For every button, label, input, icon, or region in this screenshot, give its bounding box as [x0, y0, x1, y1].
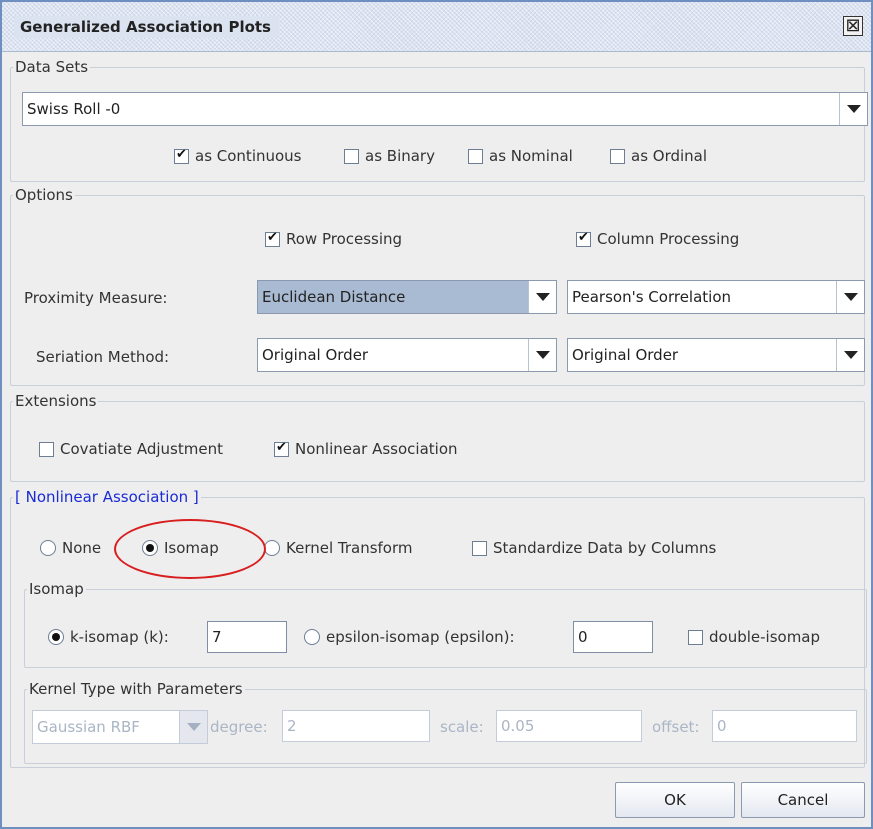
standardize-data-checkbox[interactable]: Standardize Data by Columns	[472, 539, 716, 557]
nonlinear-association-checkbox[interactable]: Nonlinear Association	[274, 440, 458, 458]
cancel-button[interactable]: Cancel	[741, 782, 865, 818]
chevron-down-icon	[535, 351, 550, 359]
degree-label: degree:	[210, 718, 268, 736]
nonlinear-association-label: Nonlinear Association	[295, 440, 458, 458]
as-nominal-checkbox[interactable]: as Nominal	[468, 147, 573, 165]
k-isomap-label: k-isomap (k):	[70, 628, 169, 646]
proximity-row-value: Euclidean Distance	[258, 281, 528, 313]
scale-label: scale:	[440, 718, 484, 736]
double-isomap-label: double-isomap	[709, 628, 821, 646]
column-processing-checkbox[interactable]: Column Processing	[576, 230, 739, 248]
options-legend: Options	[15, 186, 73, 204]
as-binary-label: as Binary	[365, 147, 435, 165]
checkbox-checked-icon	[274, 440, 289, 457]
offset-input[interactable]: 0	[712, 710, 857, 742]
nonlinear-association-legend: [ Nonlinear Association ]	[15, 488, 199, 506]
row-processing-label: Row Processing	[286, 230, 403, 248]
covariate-adjustment-label: Covatiate Adjustment	[60, 440, 223, 458]
checkbox-unchecked-icon	[344, 148, 359, 164]
degree-input[interactable]: 2	[282, 710, 430, 742]
close-icon: ⊠	[845, 15, 861, 36]
as-binary-checkbox[interactable]: as Binary	[344, 147, 435, 165]
as-ordinal-checkbox[interactable]: as Ordinal	[610, 147, 707, 165]
extensions-group: Extensions	[10, 392, 865, 482]
gap-dialog-window: Generalized Association Plots ⊠ Data Set…	[0, 0, 873, 829]
seriation-row-value: Original Order	[262, 346, 369, 364]
checkbox-checked-icon	[265, 230, 280, 247]
isomap-legend: Isomap	[29, 580, 84, 598]
seriation-method-label: Seriation Method:	[36, 348, 170, 366]
proximity-row-dropdown-arrow[interactable]	[528, 281, 556, 313]
seriation-row-combobox[interactable]: Original Order	[257, 338, 557, 372]
red-annotation-ellipse	[114, 519, 266, 579]
checkbox-checked-icon	[576, 230, 591, 247]
title-bar[interactable]: Generalized Association Plots ⊠	[2, 2, 871, 52]
seriation-col-combobox[interactable]: Original Order	[567, 338, 865, 372]
as-continuous-checkbox[interactable]: as Continuous	[174, 147, 302, 165]
as-ordinal-label: as Ordinal	[631, 147, 708, 165]
radio-selected-icon	[48, 629, 64, 645]
none-radio[interactable]: None	[40, 539, 101, 557]
chevron-down-icon	[843, 351, 858, 359]
as-nominal-label: as Nominal	[489, 147, 573, 165]
window-title: Generalized Association Plots	[14, 16, 279, 38]
seriation-col-value: Original Order	[572, 346, 679, 364]
checkbox-checked-icon	[174, 147, 189, 164]
radio-unselected-icon	[40, 540, 56, 556]
row-processing-checkbox[interactable]: Row Processing	[265, 230, 402, 248]
k-value-input[interactable]: 7	[207, 621, 287, 653]
proximity-col-value: Pearson's Correlation	[572, 288, 732, 306]
proximity-col-dropdown-arrow[interactable]	[836, 281, 864, 313]
kernel-type-value: Gaussian RBF	[37, 718, 140, 736]
checkbox-unchecked-icon	[472, 540, 487, 556]
kernel-transform-radio-label: Kernel Transform	[286, 539, 413, 557]
double-isomap-checkbox[interactable]: double-isomap	[688, 628, 820, 646]
chevron-down-icon	[843, 293, 858, 301]
proximity-row-combobox[interactable]: Euclidean Distance	[257, 280, 557, 314]
kernel-transform-radio[interactable]: Kernel Transform	[264, 539, 413, 557]
proximity-col-combobox[interactable]: Pearson's Correlation	[567, 280, 865, 314]
extensions-legend: Extensions	[15, 392, 97, 410]
dataset-dropdown-arrow[interactable]	[839, 93, 867, 125]
close-button[interactable]: ⊠	[843, 16, 863, 36]
epsilon-isomap-radio[interactable]: epsilon-isomap (epsilon):	[304, 628, 515, 646]
offset-label: offset:	[652, 718, 700, 736]
covariate-adjustment-checkbox[interactable]: Covatiate Adjustment	[39, 440, 223, 458]
radio-unselected-icon	[304, 629, 320, 645]
kernel-type-combobox[interactable]: Gaussian RBF	[32, 710, 208, 744]
none-radio-label: None	[62, 539, 102, 557]
kernel-type-dropdown-arrow[interactable]	[179, 711, 207, 743]
chevron-down-icon	[846, 105, 861, 113]
chevron-down-icon	[186, 723, 201, 731]
seriation-col-dropdown-arrow[interactable]	[836, 339, 864, 371]
proximity-measure-label: Proximity Measure:	[24, 289, 168, 307]
seriation-row-dropdown-arrow[interactable]	[528, 339, 556, 371]
epsilon-value-input[interactable]: 0	[573, 621, 653, 653]
epsilon-isomap-label: epsilon-isomap (epsilon):	[326, 628, 515, 646]
checkbox-unchecked-icon	[688, 629, 703, 645]
dataset-value: Swiss Roll -0	[27, 100, 121, 118]
data-sets-legend: Data Sets	[15, 58, 89, 76]
checkbox-unchecked-icon	[610, 148, 625, 164]
isomap-group: Isomap	[24, 580, 867, 668]
ok-button[interactable]: OK	[615, 782, 735, 818]
chevron-down-icon	[535, 293, 550, 301]
dataset-combobox[interactable]: Swiss Roll -0	[22, 92, 868, 126]
kernel-parameters-legend: Kernel Type with Parameters	[29, 680, 243, 698]
checkbox-unchecked-icon	[39, 441, 54, 457]
scale-input[interactable]: 0.05	[496, 710, 642, 742]
radio-unselected-icon	[264, 540, 280, 556]
k-isomap-radio[interactable]: k-isomap (k):	[48, 628, 169, 646]
standardize-data-label: Standardize Data by Columns	[493, 539, 717, 557]
checkbox-unchecked-icon	[468, 148, 483, 164]
column-processing-label: Column Processing	[597, 230, 740, 248]
as-continuous-label: as Continuous	[195, 147, 302, 165]
